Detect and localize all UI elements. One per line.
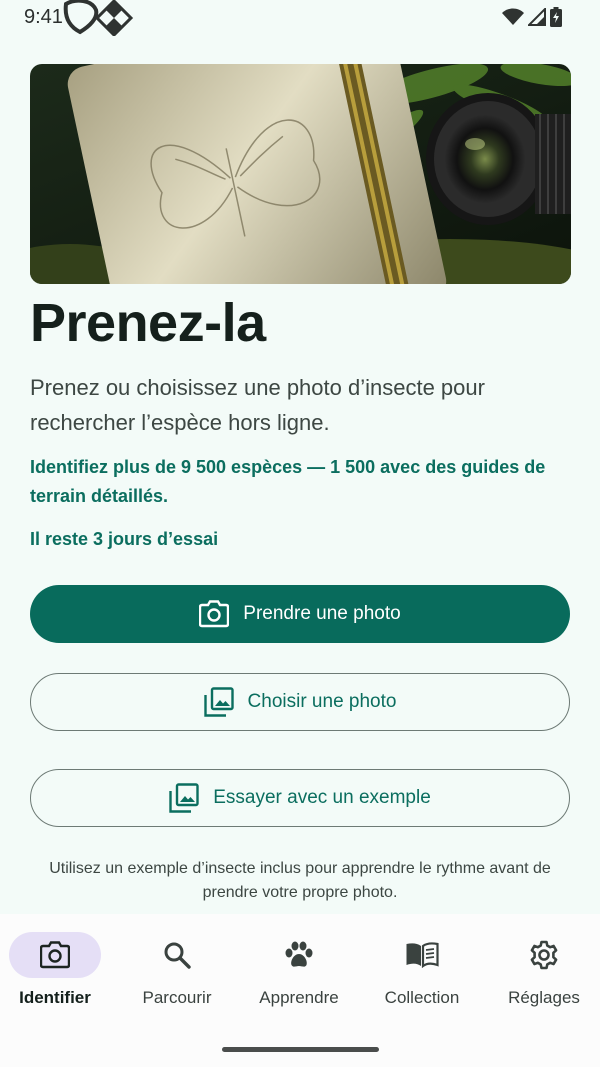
nav-label: Collection (384, 988, 460, 1007)
trial-remaining-text: Il reste 3 jours d’essai (30, 529, 219, 549)
choose-photo-button[interactable]: Choisir une photo (30, 673, 570, 731)
camera-icon (199, 600, 230, 628)
search-icon (164, 942, 191, 969)
nav-label: Réglages (508, 988, 580, 1007)
nav-active-indicator (9, 932, 101, 978)
nav-item-reglages[interactable]: Réglages (484, 932, 600, 1008)
status-icons (502, 7, 562, 27)
page-description: Prenez ou choisissez une photo d’insecte… (30, 375, 485, 435)
example-hint-text: Utilisez un exemple d’insecte inclus pou… (49, 860, 551, 901)
try-example-label: Essayer avec un exemple (213, 787, 431, 808)
camera-icon (40, 941, 70, 969)
nav-item-identifier[interactable]: Identifier (0, 932, 115, 1008)
photo-library-icon (169, 783, 199, 813)
nav-item-collection[interactable]: Collection (362, 932, 482, 1008)
nav-item-apprendre[interactable]: Apprendre (239, 932, 359, 1008)
nav-item-parcourir[interactable]: Parcourir (117, 932, 237, 1008)
species-count-highlight: Identifiez plus de 9 500 espèces — 1 500… (30, 457, 546, 506)
page-title: Prenez-la (30, 293, 266, 353)
status-bar: 9:41 (0, 0, 600, 38)
nav-label: Parcourir (142, 988, 212, 1007)
choose-photo-label: Choisir une photo (247, 691, 397, 712)
photo-library-icon (203, 687, 234, 717)
nav-label: Identifier (19, 988, 91, 1007)
try-example-button[interactable]: Essayer avec un exemple (30, 769, 570, 827)
signal-icon (528, 8, 546, 26)
take-photo-button[interactable]: Prendre une photo (30, 585, 570, 643)
book-icon (406, 942, 439, 968)
home-indicator[interactable] (222, 1047, 379, 1052)
battery-icon (550, 7, 562, 27)
app-logo-icon (62, 0, 138, 41)
gear-icon (530, 940, 558, 970)
paw-icon (285, 941, 313, 967)
status-time: 9:41 (24, 6, 63, 28)
nav-label: Apprendre (259, 988, 339, 1007)
take-photo-label: Prendre une photo (243, 603, 401, 624)
wifi-icon (502, 8, 524, 25)
hero-image (30, 64, 571, 284)
bottom-navigation: Identifier Parcourir Apprendre Collectio… (0, 914, 600, 1067)
